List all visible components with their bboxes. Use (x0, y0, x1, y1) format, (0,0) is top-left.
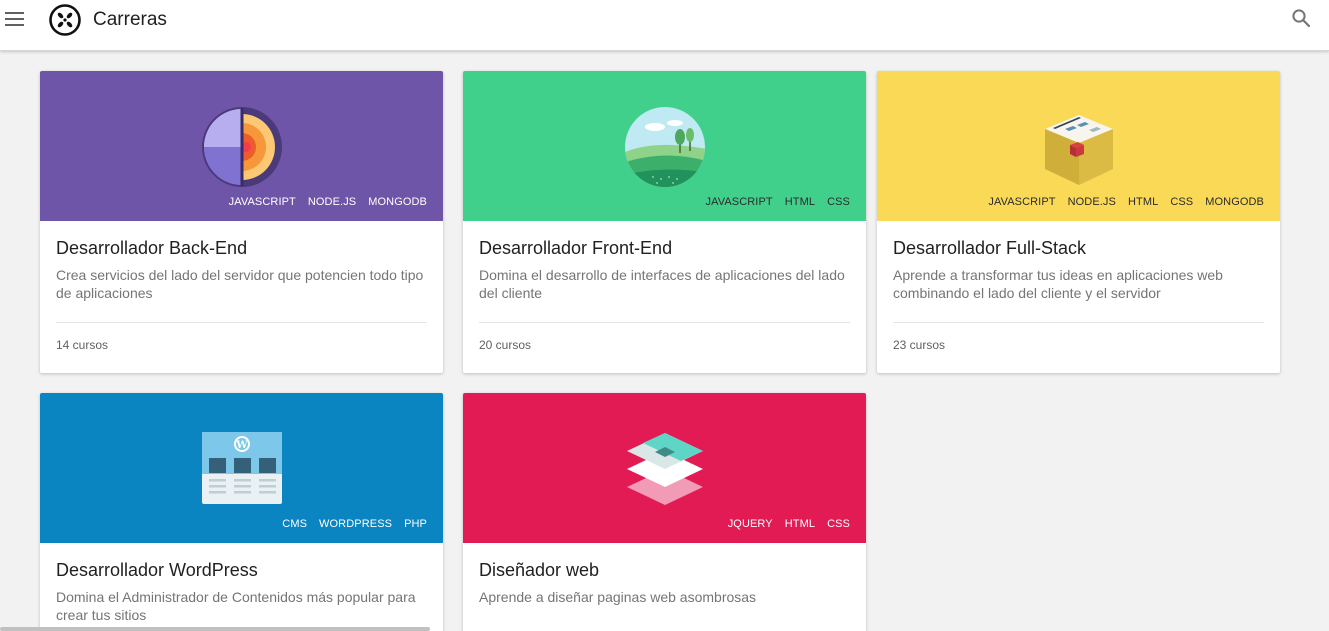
career-card-backend[interactable]: JAVASCRIPT NODE.JS MONGODB Desarrollador B… (40, 71, 443, 373)
course-count: 23 cursos (893, 338, 946, 352)
tag: CSS (827, 196, 850, 208)
divider (56, 322, 427, 323)
card-title: Diseñador web (479, 560, 600, 580)
package-box-icon (1044, 115, 1113, 185)
card-description: Aprende a diseñar paginas web asombrosas (479, 589, 757, 605)
tag: JAVASCRIPT (988, 196, 1056, 208)
tag: MONGODB (1205, 196, 1264, 208)
career-card-webdesign[interactable]: JQUERY HTML CSS Diseñador web Aprende a di… (463, 393, 866, 631)
tag: HTML (784, 518, 816, 530)
course-count: 20 cursos (479, 338, 532, 352)
tag: CSS (827, 518, 850, 530)
tag: CSS (1170, 196, 1194, 208)
career-card-wordpress[interactable]: W CMS WORDPRESS PHP Desarrollador WordPres… (40, 393, 443, 631)
tag: NODE.JS (307, 196, 357, 208)
card-title: Desarrollador WordPress (56, 560, 258, 580)
layers-icon (626, 433, 703, 505)
tag: HTML (784, 196, 816, 208)
horizontal-scrollbar[interactable] (0, 627, 430, 631)
brand-logo-icon[interactable] (49, 4, 81, 36)
tag: JAVASCRIPT (228, 196, 296, 208)
page-title: Carreras (93, 9, 167, 30)
tech-tags: JAVASCRIPT HTML CSS (694, 196, 851, 208)
course-count: 14 cursos (56, 338, 109, 352)
card-banner: JQUERY HTML CSS (463, 393, 866, 543)
tag: WORDPRESS (319, 518, 393, 530)
tech-tags: CMS WORDPRESS PHP (270, 518, 427, 530)
wordpress-site-icon: W (201, 432, 282, 504)
card-banner: W CMS WORDPRESS PHP (40, 393, 443, 543)
tech-tags: JAVASCRIPT NODE.JS MONGODB (217, 196, 427, 208)
hamburger-icon[interactable] (5, 12, 24, 26)
tag: PHP (404, 518, 427, 530)
search-icon[interactable] (1291, 8, 1311, 28)
card-description: Domina el Administrador de Contenidos má… (56, 589, 416, 623)
tag: NODE.JS (1067, 196, 1116, 208)
card-description: Aprende a transformar tus ideas en aplic… (893, 267, 1223, 301)
card-banner: JAVASCRIPT NODE.JS HTML CSS MONGODB (877, 71, 1280, 221)
tag: MONGODB (368, 196, 427, 208)
card-title: Desarrollador Back-End (56, 238, 248, 258)
card-banner: JAVASCRIPT NODE.JS MONGODB (40, 71, 443, 221)
svg-text:W: W (235, 440, 248, 451)
card-description: Crea servicios del lado del servidor que… (56, 267, 424, 301)
card-banner: JAVASCRIPT HTML CSS (463, 71, 866, 221)
top-app-bar: Carreras (0, 0, 1329, 51)
tag: CMS (282, 518, 308, 530)
landscape-icon (624, 107, 705, 187)
tag: HTML (1127, 196, 1159, 208)
card-description: Domina el desarrollo de interfaces de ap… (479, 267, 845, 301)
divider (479, 322, 850, 323)
card-title: Desarrollador Front-End (479, 238, 673, 258)
card-title: Desarrollador Full-Stack (893, 238, 1087, 258)
globe-core-icon (201, 107, 282, 187)
tag: JQUERY (727, 518, 773, 530)
tech-tags: JQUERY HTML CSS (716, 518, 850, 530)
tag: JAVASCRIPT (705, 196, 773, 208)
tech-tags: JAVASCRIPT NODE.JS HTML CSS MONGODB (976, 196, 1264, 208)
career-card-frontend[interactable]: JAVASCRIPT HTML CSS Desarrollador Front-En… (463, 71, 866, 373)
divider (893, 322, 1264, 323)
career-card-fullstack[interactable]: JAVASCRIPT NODE.JS HTML CSS MONGODB Desarrol… (877, 71, 1280, 373)
